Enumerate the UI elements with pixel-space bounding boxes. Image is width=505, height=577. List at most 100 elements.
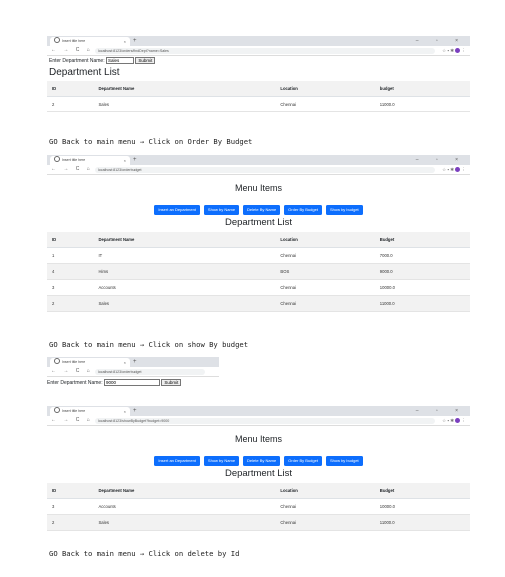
window-controls[interactable]: – ▫ ×	[416, 36, 466, 46]
table-cell: Sales	[93, 96, 276, 112]
column-header: ID	[47, 81, 94, 97]
tab-bar: Insert title here × + – ▫ ×	[47, 36, 470, 46]
url-field[interactable]: localhost:8123/orderbudget	[95, 368, 205, 375]
window-controls[interactable]: – ▫ ×	[416, 155, 466, 165]
caption-show-by-budget: GO Back to main menu → Click on show By …	[49, 340, 249, 349]
page-title: Department List	[224, 468, 293, 479]
window-controls[interactable]: – ▫ ×	[416, 406, 466, 416]
caption-delete-by-id: GO Back to main menu → Click on delete b…	[49, 549, 240, 558]
extensions-icons[interactable]: ☆ ▪ ✱ ⋮	[442, 165, 466, 174]
dept-name-form-2: Enter Department Name: Submit	[47, 379, 182, 386]
column-header: Department Name	[93, 232, 276, 248]
url-field[interactable]: localhost:8123/orders/findDept?name=Sale…	[95, 47, 435, 54]
nav-icons[interactable]: ← → C ⌂	[51, 46, 93, 55]
browser-tab[interactable]: Insert title here ×	[50, 358, 130, 367]
avatar[interactable]	[455, 417, 461, 423]
tab-bar: Insert title here × +	[47, 357, 219, 367]
close-tab-icon[interactable]: ×	[124, 407, 126, 416]
table-cell: Hims	[93, 263, 276, 280]
column-header: Budget	[374, 232, 470, 248]
globe-icon	[54, 37, 60, 43]
table-cell: Sales	[93, 295, 276, 312]
column-header: Location	[275, 232, 375, 248]
table-cell: Accounts	[93, 279, 276, 296]
dept-name-label: Enter Department Name	[47, 379, 102, 386]
menu-buttons-1: Insert an Department Show by Name Delete B…	[47, 198, 470, 216]
table-cell: 3	[47, 498, 94, 515]
dept-name-input[interactable]	[105, 57, 134, 64]
tab-bar: Insert title here × + – ▫ ×	[47, 406, 470, 416]
tab-bar: Insert title here × + – ▫ ×	[47, 155, 470, 165]
column-header: Department Name	[93, 483, 276, 499]
address-bar-row: ← → C ⌂ localhost:8123/showByBudget?budg…	[47, 416, 470, 426]
table-cell: IT	[93, 247, 276, 264]
column-header: budget	[374, 81, 470, 97]
close-tab-icon[interactable]: ×	[124, 156, 126, 165]
nav-icons[interactable]: ← → C ⌂	[51, 416, 93, 425]
table-cell: 2	[47, 96, 94, 112]
extensions-icons[interactable]: ☆ ▪ ✱ ⋮	[442, 46, 466, 55]
nav-icons[interactable]: ← → C ⌂	[51, 367, 93, 376]
table-row: 2 Sales Chennai 11000.0	[47, 514, 470, 531]
address-bar-row: ← → C ⌂ localhost:8123/orderbudget ☆ ▪ ✱…	[47, 165, 470, 175]
table-cell: BOS	[275, 263, 375, 280]
menu-button-insert-an-department[interactable]: Insert an Department	[154, 456, 200, 466]
menu-button-order-by-budget[interactable]: Order By Budget	[284, 205, 322, 215]
table-cell: 1	[47, 247, 94, 264]
table-cell: 11000.0	[374, 295, 470, 312]
tab-title: Insert title here	[62, 409, 86, 413]
new-tab-icon[interactable]: +	[133, 36, 137, 46]
globe-icon	[54, 407, 60, 413]
dept-name-form-1: Enter Department Name: Submit	[49, 57, 156, 64]
new-tab-icon[interactable]: +	[133, 357, 137, 367]
table-cell: Chennai	[275, 498, 375, 515]
table-row: 3 Accounts Chennai 10000.0	[47, 279, 470, 296]
table-cell: Chennai	[275, 96, 375, 112]
table-cell: 11000.0	[374, 96, 470, 112]
browser-tab[interactable]: Insert title here ×	[50, 156, 130, 165]
avatar[interactable]	[455, 166, 461, 172]
table-cell: Chennai	[275, 295, 375, 312]
new-tab-icon[interactable]: +	[133, 406, 137, 416]
menu-buttons-2: Insert an Department Show by Name Delete B…	[47, 449, 470, 467]
tab-title: Insert title here	[62, 360, 86, 364]
nav-icons[interactable]: ← → C ⌂	[51, 165, 93, 174]
menu-button-delete-by-name[interactable]: Delete By Name	[243, 205, 281, 215]
table-cell: Accounts	[93, 498, 276, 515]
column-header: Budget	[374, 483, 470, 499]
menu-button-show-by-budget[interactable]: Show by budget	[325, 456, 363, 466]
table-row: 2 Sales Chennai 11000.0	[47, 295, 470, 312]
close-tab-icon[interactable]: ×	[124, 37, 126, 46]
menu-button-insert-an-department[interactable]: Insert an Department	[154, 205, 200, 215]
avatar[interactable]	[455, 47, 461, 53]
browser-window-2: Insert title here × + – ▫ × ← → C ⌂ local…	[47, 155, 470, 175]
dept-name-input[interactable]	[103, 379, 160, 386]
menu-button-delete-by-name[interactable]: Delete By Name	[243, 456, 281, 466]
new-tab-icon[interactable]: +	[133, 155, 137, 165]
url-field[interactable]: localhost:8123/orderbudget	[95, 166, 435, 173]
table-cell: 9000.0	[374, 263, 470, 280]
submit-button[interactable]: Submit	[161, 379, 182, 386]
tab-title: Insert title here	[62, 158, 86, 162]
table-row: 2 Sales Chennai 11000.0	[47, 96, 470, 112]
globe-icon	[54, 358, 60, 364]
menu-title: Menu Items	[234, 183, 283, 193]
table-cell: 11000.0	[374, 514, 470, 531]
table-cell: 2	[47, 295, 94, 312]
address-bar-row: ← → C ⌂ localhost:8123/orderbudget	[47, 367, 219, 377]
caption-order-by-budget: GO Back to main menu → Click on Order By…	[49, 137, 253, 146]
department-table-1: ID Department Name Location budget 2 Sales Che…	[47, 81, 470, 112]
browser-window-1: Insert title here × + – ▫ × ← → C ⌂ local…	[47, 36, 470, 56]
globe-icon	[54, 156, 60, 162]
browser-tab[interactable]: Insert title here ×	[50, 407, 130, 416]
browser-tab[interactable]: Insert title here ×	[50, 37, 130, 46]
submit-button[interactable]: Submit	[135, 57, 156, 64]
url-field[interactable]: localhost:8123/showByBudget?budget=9000	[95, 417, 435, 424]
table-row: 1 IT Chennai 7000.0	[47, 247, 470, 264]
extensions-icons[interactable]: ☆ ▪ ✱ ⋮	[442, 416, 466, 425]
close-tab-icon[interactable]: ×	[124, 358, 126, 367]
menu-button-show-by-name[interactable]: Show by Name	[203, 456, 240, 466]
menu-button-order-by-budget[interactable]: Order By Budget	[284, 456, 322, 466]
menu-button-show-by-budget[interactable]: Show by budget	[325, 205, 363, 215]
menu-button-show-by-name[interactable]: Show by Name	[203, 205, 240, 215]
